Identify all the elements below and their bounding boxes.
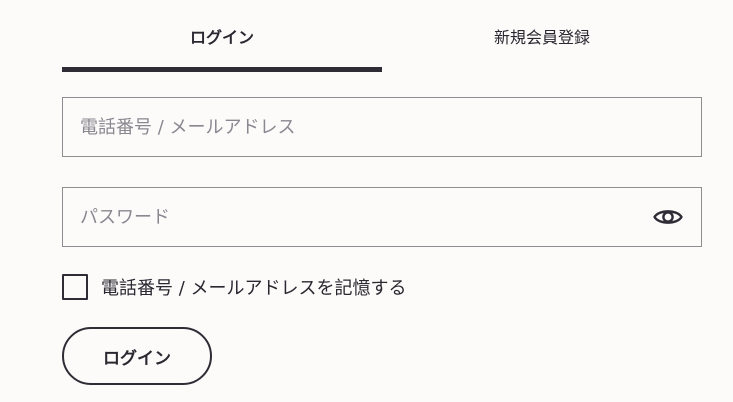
tab-login[interactable]: ログイン bbox=[62, 0, 382, 72]
remember-label: 電話番号 / メールアドレスを記憶する bbox=[101, 278, 407, 299]
login-id-input[interactable] bbox=[63, 98, 701, 156]
auth-tabs: ログイン 新規会員登録 bbox=[62, 0, 702, 72]
login-id-field bbox=[62, 97, 702, 157]
password-field bbox=[62, 187, 702, 247]
password-input[interactable] bbox=[63, 188, 652, 246]
remember-me[interactable]: 電話番号 / メールアドレスを記憶する bbox=[62, 272, 407, 302]
tab-register-label: 新規会員登録 bbox=[493, 28, 590, 47]
tab-login-label: ログイン bbox=[189, 28, 254, 47]
eye-icon[interactable] bbox=[652, 205, 684, 229]
tab-register[interactable]: 新規会員登録 bbox=[382, 0, 702, 72]
remember-checkbox[interactable] bbox=[62, 274, 88, 300]
login-panel: ログイン 新規会員登録 電話番号 / メールアドレスを記憶する ログイン bbox=[0, 0, 733, 402]
active-tab-indicator bbox=[62, 67, 382, 72]
login-button[interactable]: ログイン bbox=[62, 327, 212, 385]
